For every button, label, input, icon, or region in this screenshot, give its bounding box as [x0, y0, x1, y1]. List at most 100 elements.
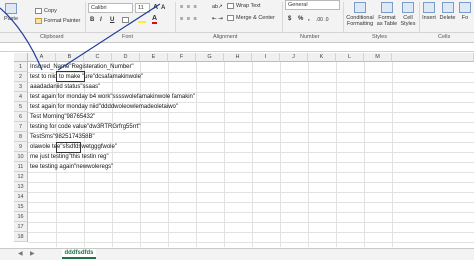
gridline [28, 182, 474, 183]
clipboard-group-label: Clipboard [40, 34, 64, 40]
format-button[interactable]: Fo [458, 2, 472, 21]
decimal-buttons[interactable]: .00 .0 [316, 17, 329, 23]
paste-icon [5, 3, 17, 14]
currency-button[interactable]: $ [288, 16, 291, 22]
row-header[interactable]: 3 [14, 82, 28, 92]
cell-a8[interactable]: TestSms"9825174358B" [30, 132, 95, 142]
format-painter-label: Format Painter [44, 18, 81, 24]
gridline [392, 62, 393, 247]
column-header[interactable]: A [28, 53, 56, 62]
row-header[interactable]: 15 [14, 202, 28, 212]
column-header[interactable]: H [224, 53, 252, 62]
italic-button[interactable]: I [100, 17, 102, 23]
paste-button[interactable]: Paste [2, 3, 20, 22]
format-painter-icon [35, 18, 42, 24]
cell-a2[interactable]: test to niid to make "ure"dcsafamakinwol… [30, 72, 143, 82]
gridline [28, 192, 474, 193]
orientation-button[interactable]: ab↗ [212, 4, 223, 10]
gridline [252, 62, 253, 247]
sheet-tab[interactable]: dddfsdfds [62, 249, 96, 259]
cell-a7[interactable]: testing for code value"dw3RTRGrfrg55rrt" [30, 122, 141, 132]
cell-a10[interactable]: me just testing"this testin reg" [30, 152, 109, 162]
row-header[interactable]: 6 [14, 112, 28, 122]
cell-styles-label: Cell Styles [400, 15, 416, 27]
column-header[interactable]: I [252, 53, 280, 62]
format-label: Fo [461, 15, 469, 21]
font-size-select[interactable]: 11 [135, 3, 150, 13]
insert-button[interactable]: Insert [421, 2, 437, 21]
conditional-formatting-label: Conditional Formatting [346, 15, 374, 27]
cell-a11[interactable]: tee testing again"newwoleregs" [30, 162, 113, 172]
row-header[interactable]: 2 [14, 72, 28, 82]
gridline [308, 62, 309, 247]
select-all-corner[interactable] [14, 53, 28, 62]
row-header[interactable]: 7 [14, 122, 28, 132]
gridline [28, 222, 474, 223]
row-header[interactable]: 16 [14, 212, 28, 222]
delete-icon [441, 2, 454, 13]
row-header[interactable]: 4 [14, 92, 28, 102]
grow-font-button[interactable]: A [153, 4, 158, 11]
column-header[interactable]: E [140, 53, 168, 62]
row-header[interactable]: 8 [14, 132, 28, 142]
indent-button[interactable]: ⇤ ⇥ [212, 16, 223, 22]
cell-a6[interactable]: Test Morning"98765432" [30, 112, 95, 122]
gridline [140, 62, 141, 247]
top-align-button[interactable]: ≡ ≡ ≡ [180, 4, 198, 10]
row-header[interactable]: 9 [14, 142, 28, 152]
merge-center-button[interactable]: Merge & Center [227, 15, 275, 21]
column-header[interactable]: L [336, 53, 364, 62]
wrap-text-icon [227, 3, 234, 9]
tab-prev-icon[interactable]: ◀ [18, 250, 23, 257]
wrap-text-button[interactable]: Wrap Text [227, 3, 261, 9]
cell-a3[interactable]: aaadadaniid status"ssaas" [30, 82, 100, 92]
delete-button[interactable]: Delete [439, 2, 456, 21]
column-header[interactable]: F [168, 53, 196, 62]
conditional-formatting-button[interactable]: Conditional Formatting [345, 2, 375, 27]
percent-button[interactable]: % [298, 16, 303, 22]
row-header[interactable]: 10 [14, 152, 28, 162]
column-header[interactable]: J [280, 53, 308, 62]
conditional-formatting-icon [354, 2, 366, 13]
format-painter-button[interactable]: Format Painter [35, 18, 80, 24]
row-header[interactable]: 5 [14, 102, 28, 112]
cell-a4[interactable]: test again for monday b4 work"sssswolefa… [30, 92, 195, 102]
alignment-group-label: Alignment [213, 34, 238, 40]
tab-next-icon[interactable]: ▶ [30, 250, 35, 257]
row-header[interactable]: 14 [14, 192, 28, 202]
bold-button[interactable]: B [90, 17, 94, 23]
row-header[interactable]: 12 [14, 172, 28, 182]
comma-button[interactable]: , [308, 16, 310, 22]
font-color-button[interactable]: A [152, 15, 158, 24]
column-header[interactable]: D [112, 53, 140, 62]
borders-button[interactable] [122, 17, 131, 23]
column-header[interactable]: M [364, 53, 392, 62]
copy-icon [35, 8, 42, 14]
row-header[interactable]: 11 [14, 162, 28, 172]
row-header[interactable]: 17 [14, 222, 28, 232]
column-header[interactable]: B [56, 53, 84, 62]
column-header[interactable]: K [308, 53, 336, 62]
gridline [224, 62, 225, 247]
format-icon [459, 2, 471, 13]
fill-color-button[interactable] [138, 16, 146, 23]
row-header[interactable]: 18 [14, 232, 28, 242]
row-header[interactable]: 13 [14, 182, 28, 192]
row-header[interactable]: 1 [14, 62, 28, 72]
left-align-button[interactable]: ≡ ≡ ≡ [180, 16, 198, 22]
column-header[interactable]: G [196, 53, 224, 62]
font-name-select[interactable]: Calibri [88, 3, 133, 13]
fill-color-icon [138, 16, 146, 23]
copy-button[interactable]: Copy [35, 8, 57, 14]
underline-button[interactable]: U [110, 17, 114, 23]
formula-bar[interactable] [0, 44, 474, 52]
number-format-select[interactable]: General [285, 0, 340, 10]
shrink-font-button[interactable]: A [161, 5, 165, 11]
gridline [28, 172, 474, 173]
gridline [168, 62, 169, 247]
column-header[interactable]: C [84, 53, 112, 62]
format-as-table-button[interactable]: Format as Table [376, 2, 398, 27]
cell-styles-button[interactable]: Cell Styles [399, 2, 417, 27]
borders-icon [122, 17, 129, 23]
cell-a5[interactable]: test again for monday niid"ddddwoleowlem… [30, 102, 178, 112]
